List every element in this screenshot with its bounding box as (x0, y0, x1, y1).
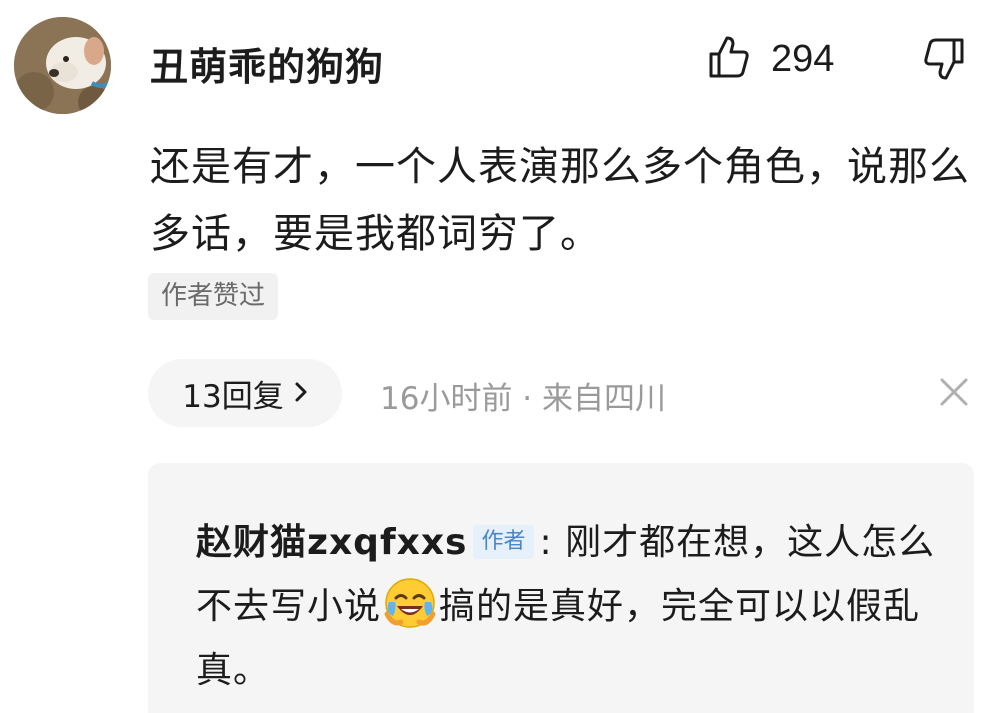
comment-meta: 16小时前 · 来自四川 (380, 381, 667, 417)
author-tag: 作者 (473, 525, 534, 559)
laughing-crying-emoji-icon (383, 576, 437, 630)
close-button[interactable] (936, 374, 972, 410)
avatar[interactable] (14, 17, 111, 114)
comment-text: 还是有才，一个人表演那么多个角色，说那么多话，要是我都词穷了。 (150, 144, 970, 257)
like-count: 294 (771, 37, 835, 80)
dislike-button[interactable] (918, 36, 970, 86)
like-button[interactable]: 294 (707, 34, 834, 84)
username[interactable]: 丑萌乖的狗狗 (150, 36, 384, 91)
thumbs-up-icon (707, 34, 751, 84)
replies-button[interactable]: 13回复 (148, 359, 342, 427)
reply-content: 赵财猫zxqfxxs 作者: 刚才都在想，这人怎么不去写小说 搞的是真好，完全可以… (196, 511, 936, 703)
close-icon (936, 378, 972, 414)
comment-screen: 丑萌乖的狗狗 294 还是有才，一个人表演那么多个角色，说那么多话，要是我都词穷… (0, 0, 992, 713)
reply-preview[interactable]: 赵财猫zxqfxxs 作者: 刚才都在想，这人怎么不去写小说 搞的是真好，完全可以… (148, 463, 974, 713)
chevron-right-icon (294, 375, 308, 411)
replies-label: 13回复 (182, 378, 284, 415)
author-liked-badge: 作者赞过 (148, 273, 279, 320)
thumbs-down-icon (918, 38, 968, 88)
reply-author[interactable]: 赵财猫zxqfxxs (196, 522, 467, 563)
